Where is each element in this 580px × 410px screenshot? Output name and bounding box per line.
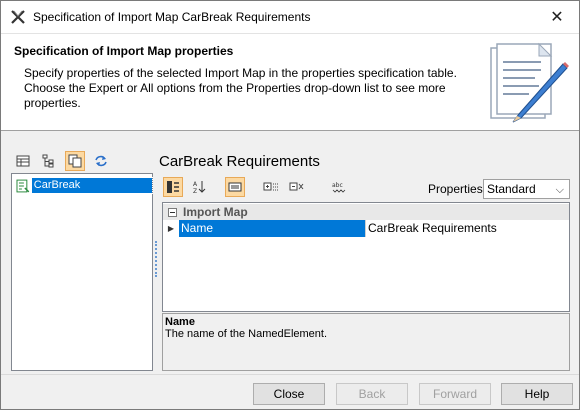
title-bar: Specification of Import Map CarBreak Req… [1,1,579,33]
forward-button[interactable]: Forward [419,383,491,405]
button-bar: Close Back Forward Help [1,374,579,409]
property-value-cell[interactable]: CarBreak Requirements [366,220,569,237]
description-text: The name of the NamedElement. [165,328,328,340]
categorized-button[interactable] [163,177,183,197]
tree-item-label: CarBreak Requirements [30,177,154,206]
svg-text:A: A [193,181,198,188]
tree-view-button[interactable] [39,151,59,171]
element-tree: CarBreak Requirements [11,173,154,371]
collapse-icon [289,182,304,191]
properties-dropdown[interactable]: Standard ⌵ [483,179,570,199]
tree-icon [42,154,54,168]
collapse-toggle-icon[interactable] [168,207,177,217]
copy-icon [68,154,82,168]
properties-label: Properties: [428,182,487,196]
grid-section-import-map[interactable]: Import Map [163,204,569,220]
property-name-cell[interactable]: Name [179,220,366,237]
svg-text:Z: Z [193,188,197,194]
table-row[interactable]: ▶ Name CarBreak Requirements [163,220,569,237]
description-icon [228,182,242,192]
spelling-button[interactable]: abc [329,177,349,197]
tree-item-carbreak-requirements[interactable]: CarBreak Requirements [16,177,154,206]
import-map-icon [16,179,30,192]
window-title: Specification of Import Map CarBreak Req… [33,10,311,24]
app-icon [11,10,25,24]
specification-dialog: Specification of Import Map CarBreak Req… [0,0,580,410]
table-icon [16,155,30,167]
close-window-button[interactable]: ✕ [535,1,579,32]
sort-az-icon: A Z [193,181,206,194]
section-label: Import Map [183,205,248,219]
left-toolbar [13,151,111,171]
description-panel: Name The name of the NamedElement. [162,313,570,371]
table-view-button[interactable] [13,151,33,171]
copy-view-button[interactable] [65,151,85,171]
spelling-icon: abc [332,182,346,193]
header-title: Specification of Import Map properties [14,44,234,58]
close-button[interactable]: Close [253,383,325,405]
categorized-icon [167,181,179,193]
properties-dropdown-value: Standard [487,182,536,196]
document-pencil-icon [490,42,569,123]
element-title: CarBreak Requirements [159,153,320,170]
refresh-icon [95,155,107,167]
expand-all-button[interactable] [261,177,281,197]
collapse-all-button[interactable] [287,177,307,197]
show-description-button[interactable] [225,177,245,197]
properties-grid: Import Map ▶ Name CarBreak Requirements [162,202,570,312]
pane-splitter[interactable] [155,241,158,277]
back-button[interactable]: Back [336,383,408,405]
grid-toolbar: A Z abc [163,177,349,197]
refresh-button[interactable] [91,151,111,171]
svg-text:abc: abc [332,182,343,189]
row-pointer-icon: ▶ [167,224,175,233]
sort-alphabetical-button[interactable]: A Z [189,177,209,197]
header-panel: Specification of Import Map properties S… [1,33,579,131]
help-button[interactable]: Help [501,383,573,405]
description-title: Name [165,316,195,328]
chevron-down-icon: ⌵ [555,184,564,196]
header-description: Specify properties of the selected Impor… [24,66,457,110]
expand-icon [263,182,278,191]
